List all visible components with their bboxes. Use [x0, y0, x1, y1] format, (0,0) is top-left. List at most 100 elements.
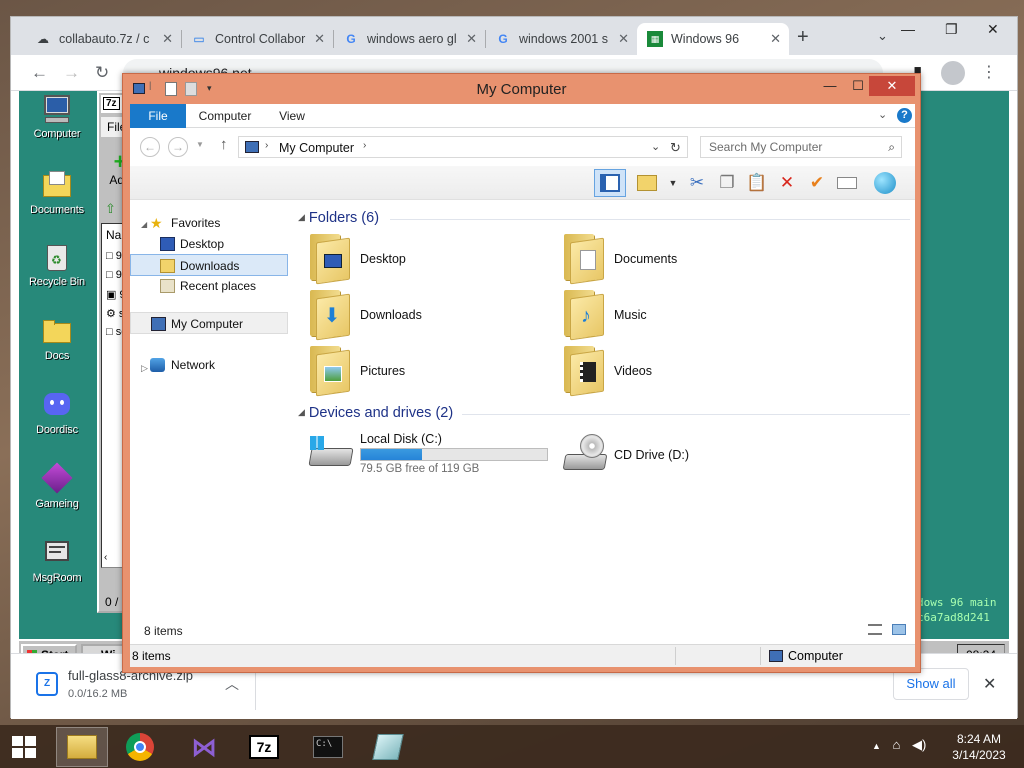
- close-tab-icon[interactable]: ✕: [618, 31, 629, 47]
- folder-documents[interactable]: Documents: [562, 234, 808, 288]
- tab-computer[interactable]: Computer: [190, 104, 260, 128]
- collapse-group-icon[interactable]: ◢: [298, 212, 305, 222]
- browser-tab-control-collab[interactable]: ▭ Control Collabor ✕: [181, 23, 333, 55]
- preview-pane-button[interactable]: [594, 169, 626, 197]
- folders-group-header[interactable]: ◢ Folders (6): [298, 210, 379, 226]
- tab-file[interactable]: File: [130, 104, 186, 128]
- taskbar-visual-studio[interactable]: ⋈: [178, 727, 230, 767]
- taskbar-glass-app[interactable]: [362, 727, 414, 767]
- hard-drive-icon: [308, 434, 354, 474]
- folder-music[interactable]: ♪ Music: [562, 290, 808, 344]
- folder-videos[interactable]: Videos: [562, 346, 808, 400]
- chevron-up-icon[interactable]: ︿: [225, 674, 239, 694]
- maximize-browser-button[interactable]: ❐: [945, 21, 958, 38]
- search-input[interactable]: Search My Computer ⌕: [700, 136, 902, 158]
- desktop-icon-gameing[interactable]: Gameing: [23, 462, 91, 510]
- dropdown-icon[interactable]: ▼: [660, 170, 686, 196]
- drive-local-disk-c[interactable]: Local Disk (C:) 79.5 GB free of 119 GB: [308, 430, 556, 480]
- close-tab-icon[interactable]: ✕: [162, 31, 173, 47]
- show-hidden-icons-icon[interactable]: ▲: [872, 741, 881, 751]
- desktop-icon-documents[interactable]: Documents: [23, 169, 91, 216]
- expand-ribbon-icon[interactable]: ⌄: [878, 108, 887, 121]
- system-clock[interactable]: 8:24 AM 3/14/2023: [944, 731, 1014, 763]
- up-arrow-icon[interactable]: ↑: [220, 136, 228, 153]
- explorer-window[interactable]: | ▾ My Computer — ☐ ✕ File Computer View…: [122, 73, 921, 673]
- nav-recent-places[interactable]: Recent places: [130, 275, 288, 297]
- close-download-bar-icon[interactable]: ✕: [983, 674, 996, 694]
- up-folder-icon[interactable]: ⇧: [105, 201, 116, 217]
- windows-logo-icon: [310, 436, 324, 450]
- desktop-icon-docs[interactable]: Docs: [23, 315, 91, 362]
- address-bar[interactable]: › My Computer › ⌄ ↻: [238, 136, 688, 158]
- devices-group-header[interactable]: ◢ Devices and drives (2): [298, 405, 453, 421]
- close-browser-button[interactable]: ✕: [987, 21, 999, 38]
- desktop-icon-doordisc[interactable]: Doordisc: [23, 389, 91, 436]
- volume-icon[interactable]: ◀): [912, 737, 926, 752]
- back-arrow-icon[interactable]: ←: [31, 63, 48, 83]
- close-tab-icon[interactable]: ✕: [466, 31, 477, 47]
- explorer-titlebar[interactable]: | ▾ My Computer — ☐ ✕: [123, 74, 920, 104]
- search-icon[interactable]: ⌕: [888, 137, 895, 157]
- nav-my-computer[interactable]: My Computer: [130, 312, 288, 334]
- large-icons-view-icon[interactable]: [892, 624, 906, 635]
- minimize-button[interactable]: —: [815, 76, 845, 96]
- profile-avatar[interactable]: [941, 61, 965, 85]
- scroll-left-icon[interactable]: ‹: [104, 552, 107, 563]
- nav-downloads[interactable]: Downloads: [130, 254, 288, 276]
- folder-desktop[interactable]: Desktop: [308, 234, 554, 288]
- delete-icon[interactable]: ✕: [774, 170, 800, 196]
- tab-view[interactable]: View: [268, 104, 316, 128]
- taskbar-7zip[interactable]: 7z: [238, 727, 290, 767]
- taskbar-file-explorer[interactable]: [56, 727, 108, 767]
- browser-tab-windows-aero[interactable]: G windows aero gl ✕: [333, 23, 485, 55]
- breadcrumb-chevron-icon[interactable]: ›: [265, 140, 268, 151]
- address-dropdown-icon[interactable]: ⌄: [651, 140, 660, 153]
- breadcrumb[interactable]: My Computer: [279, 141, 354, 155]
- close-tab-icon[interactable]: ✕: [770, 31, 781, 47]
- rename-button[interactable]: [834, 170, 860, 196]
- browser-tab-windows-96[interactable]: ▦ Windows 96 ✕: [637, 23, 789, 55]
- tab-search-chevron-icon[interactable]: ⌄: [877, 28, 888, 44]
- drive-cd-d[interactable]: CD Drive (D:): [562, 430, 810, 480]
- explorer-body: File Computer View ⌄ ? ← → ▼ ↑ › My Comp…: [130, 104, 915, 667]
- folder-downloads[interactable]: ⬇ Downloads: [308, 290, 554, 344]
- minimize-browser-button[interactable]: —: [901, 21, 915, 37]
- breadcrumb-chevron-icon[interactable]: ›: [363, 140, 366, 151]
- collapse-group-icon[interactable]: ◢: [298, 407, 305, 417]
- reload-icon[interactable]: ↻: [95, 63, 109, 83]
- desktop-icon-computer[interactable]: Computer: [23, 93, 91, 140]
- desktop-icon-label: Documents: [30, 204, 84, 216]
- cut-icon[interactable]: ✂: [684, 170, 710, 196]
- back-icon[interactable]: ←: [140, 137, 160, 157]
- browser-tab-windows-2001[interactable]: G windows 2001 s ✕: [485, 23, 637, 55]
- desktop-icon-msgroom[interactable]: MsgRoom: [23, 537, 91, 584]
- new-tab-button[interactable]: +: [797, 26, 809, 49]
- nav-network[interactable]: Network: [130, 354, 288, 376]
- refresh-icon[interactable]: ↻: [670, 140, 681, 156]
- ribbon-tabs: File Computer View ⌄ ?: [130, 104, 915, 128]
- taskbar-terminal[interactable]: C:\: [302, 727, 354, 767]
- folder-pictures[interactable]: Pictures: [308, 346, 554, 400]
- status-zone: Computer: [788, 649, 843, 663]
- network-tray-icon[interactable]: ⌂: [893, 737, 901, 752]
- checkmark-icon[interactable]: ✔: [804, 170, 830, 196]
- help-icon[interactable]: ?: [897, 108, 912, 123]
- close-button[interactable]: ✕: [869, 76, 915, 96]
- properties-folder-button[interactable]: [634, 170, 660, 196]
- paste-icon[interactable]: 📋: [744, 170, 770, 196]
- chrome-menu-icon[interactable]: ⋮: [981, 62, 997, 82]
- copy-icon[interactable]: ❐: [714, 170, 740, 196]
- internet-button[interactable]: [872, 170, 898, 196]
- browser-tab-collabauto[interactable]: ☁ collabauto.7z / c ✕: [25, 23, 181, 55]
- nav-desktop[interactable]: Desktop: [130, 233, 288, 255]
- desktop-icon-recycle-bin[interactable]: ♻ Recycle Bin: [23, 241, 91, 288]
- close-tab-icon[interactable]: ✕: [314, 31, 325, 47]
- forward-arrow-icon[interactable]: →: [63, 63, 80, 83]
- windows-start-icon[interactable]: [12, 736, 36, 758]
- recent-locations-chevron-icon[interactable]: ▼: [196, 140, 204, 149]
- nav-favorites[interactable]: ★ Favorites: [130, 212, 288, 234]
- folder-icon: ⬇: [308, 290, 352, 341]
- details-view-icon[interactable]: [868, 624, 882, 635]
- forward-icon[interactable]: →: [168, 137, 188, 157]
- taskbar-chrome[interactable]: [114, 727, 166, 767]
